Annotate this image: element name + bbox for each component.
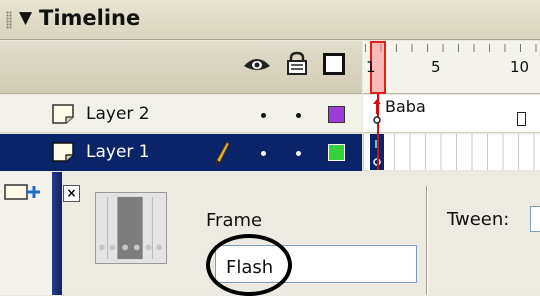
close-icon[interactable]: × [63, 185, 80, 202]
collapse-arrow-icon[interactable]: ▼ [19, 8, 32, 28]
lock-icon[interactable] [286, 51, 308, 75]
layer-icon [52, 142, 74, 162]
layer-color-swatch[interactable] [328, 144, 345, 161]
ruler-ticks [365, 44, 540, 52]
frame-icon [95, 192, 167, 264]
properties-title-edge[interactable] [52, 172, 62, 295]
outline-icon[interactable] [323, 53, 345, 75]
ruler-label-5: 5 [431, 58, 441, 76]
add-layer-icon[interactable] [4, 182, 46, 202]
ruler-label-1: 1 [366, 58, 376, 76]
properties-divider [426, 186, 428, 295]
panel-grip-handle[interactable] [6, 11, 12, 29]
panel-title: Timeline [39, 6, 141, 30]
end-frame-marker[interactable] [517, 112, 526, 126]
lock-dot[interactable] [296, 151, 301, 156]
frame-caption: Frame [206, 210, 263, 231]
eye-icon[interactable] [243, 54, 271, 74]
highlight-circle [206, 234, 292, 296]
visibility-dot[interactable] [261, 151, 266, 156]
layer-name[interactable]: Layer 2 [86, 104, 150, 124]
pencil-icon [216, 141, 230, 165]
layer-color-swatch[interactable] [328, 106, 345, 123]
action-keyframe-icon[interactable] [370, 98, 384, 128]
lock-dot[interactable] [296, 113, 301, 118]
frame-label: Baba [385, 97, 426, 116]
visibility-dot[interactable] [261, 113, 266, 118]
tween-label: Tween: [447, 209, 510, 230]
ruler-label-10: 10 [510, 58, 530, 76]
layer-name[interactable]: Layer 1 [86, 142, 150, 162]
tween-select[interactable] [530, 206, 540, 232]
layer-icon [52, 104, 74, 124]
frame-track-layer-1[interactable] [363, 134, 540, 170]
